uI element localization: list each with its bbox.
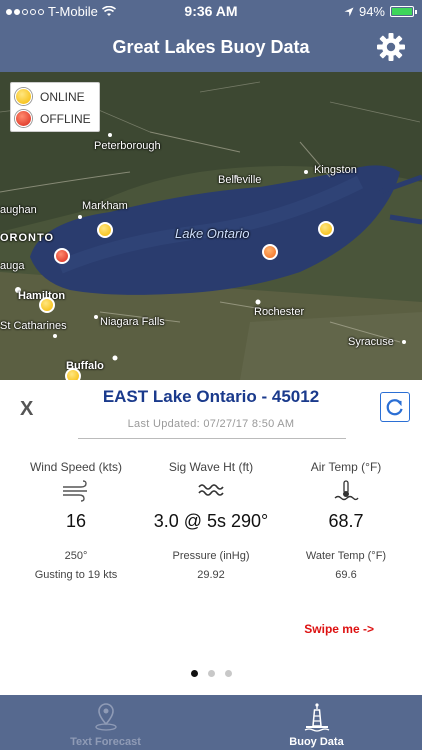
map-label-syracuse: Syracuse xyxy=(348,336,394,348)
swipe-hint[interactable]: Swipe me -> xyxy=(304,622,374,636)
wind-direction: 250° xyxy=(64,550,88,562)
map-view[interactable]: ONLINE OFFLINE Peterborough Belleville K… xyxy=(0,72,422,380)
online-dot-icon xyxy=(15,88,32,105)
buoy-marker-buffalo[interactable] xyxy=(65,368,81,380)
tab-buoy-data-label: Buoy Data xyxy=(289,736,344,748)
status-right: 94% xyxy=(344,4,417,19)
map-label-belleville: Belleville xyxy=(218,174,262,186)
air-temp-label: Air Temp (°F) xyxy=(310,460,382,474)
map-label-toronto: ORONTO xyxy=(0,232,55,244)
legend-online-label: ONLINE xyxy=(40,89,85,104)
buoy-marker-markham[interactable] xyxy=(97,222,113,238)
map-label-mississauga: auga xyxy=(0,260,25,272)
wind-gust: Gusting to 19 kts xyxy=(34,569,118,581)
map-label-peterborough: Peterborough xyxy=(94,140,161,152)
page-dot-3[interactable] xyxy=(224,670,232,677)
wind-icon xyxy=(63,480,87,502)
water-temp-label: Water Temp (°F) xyxy=(305,550,387,562)
pressure-value: 29.92 xyxy=(197,569,225,581)
divider xyxy=(78,438,346,439)
pressure-label: Pressure (inHg) xyxy=(172,550,250,562)
water-temp-value: 69.6 xyxy=(335,569,357,581)
buoy-marker-selected[interactable] xyxy=(262,244,278,260)
page-dot-2[interactable] xyxy=(207,670,215,677)
map-label-rochester: Rochester xyxy=(254,306,305,318)
waves-icon xyxy=(198,484,224,496)
map-label-aughan: aughan xyxy=(0,204,37,216)
battery-percent: 94% xyxy=(358,4,385,19)
location-pin-icon xyxy=(95,703,117,731)
buoy-icon xyxy=(304,703,330,732)
legend-online: ONLINE xyxy=(15,88,85,105)
buoy-marker-hamilton[interactable] xyxy=(39,297,55,313)
nav-bar: Great Lakes Buoy Data xyxy=(0,22,422,72)
map-label-markham: Markham xyxy=(82,200,128,212)
water-temperature-icon xyxy=(334,480,359,501)
page-dot-1[interactable] xyxy=(190,670,198,677)
air-temp-column: Air Temp (°F) 68.7 Water Temp (°F) 69.6 xyxy=(280,460,412,581)
last-updated: Last Updated: 07/27/17 8:50 AM xyxy=(127,418,295,430)
wind-speed-value: 16 xyxy=(65,511,87,531)
buoy-detail-panel: X EAST Lake Ontario - 45012 Last Updated… xyxy=(0,380,422,695)
page-title: Great Lakes Buoy Data xyxy=(112,37,310,57)
offline-dot-icon xyxy=(15,110,32,127)
status-bar: T-Mobile 9:36 AM 94% xyxy=(0,0,422,22)
gear-icon[interactable] xyxy=(376,32,406,62)
map-legend: ONLINE OFFLINE xyxy=(10,82,100,132)
map-label-st-catharines: St Catharines xyxy=(0,320,67,332)
tab-text-forecast[interactable]: Text Forecast xyxy=(0,695,211,750)
page-indicator[interactable] xyxy=(0,670,422,677)
air-temp-value: 68.7 xyxy=(328,511,364,531)
wind-column: Wind Speed (kts) 16 250° Gusting to 19 k… xyxy=(10,460,142,581)
tab-bar: Text Forecast Buoy Data xyxy=(0,695,422,750)
wind-label: Wind Speed (kts) xyxy=(29,460,123,474)
battery-icon xyxy=(390,6,417,17)
legend-offline: OFFLINE xyxy=(15,110,91,127)
location-arrow-icon xyxy=(344,7,354,16)
tab-buoy-data[interactable]: Buoy Data xyxy=(211,695,422,750)
map-label-lake-ontario: Lake Ontario xyxy=(175,226,250,241)
wave-column: Sig Wave Ht (ft) 3.0 @ 5s 290° Pressure … xyxy=(142,460,280,581)
refresh-button[interactable] xyxy=(380,392,410,422)
legend-offline-label: OFFLINE xyxy=(40,111,91,126)
map-label-niagara-falls: Niagara Falls xyxy=(100,316,165,328)
wave-height-value: 3.0 @ 5s 290° xyxy=(153,511,269,531)
station-title: EAST Lake Ontario - 45012 xyxy=(102,387,320,406)
wave-label: Sig Wave Ht (ft) xyxy=(168,460,254,474)
tab-text-forecast-label: Text Forecast xyxy=(70,736,141,748)
buoy-marker-toronto[interactable] xyxy=(54,248,70,264)
map-label-kingston: Kingston xyxy=(314,164,357,176)
buoy-marker-east[interactable] xyxy=(318,221,334,237)
